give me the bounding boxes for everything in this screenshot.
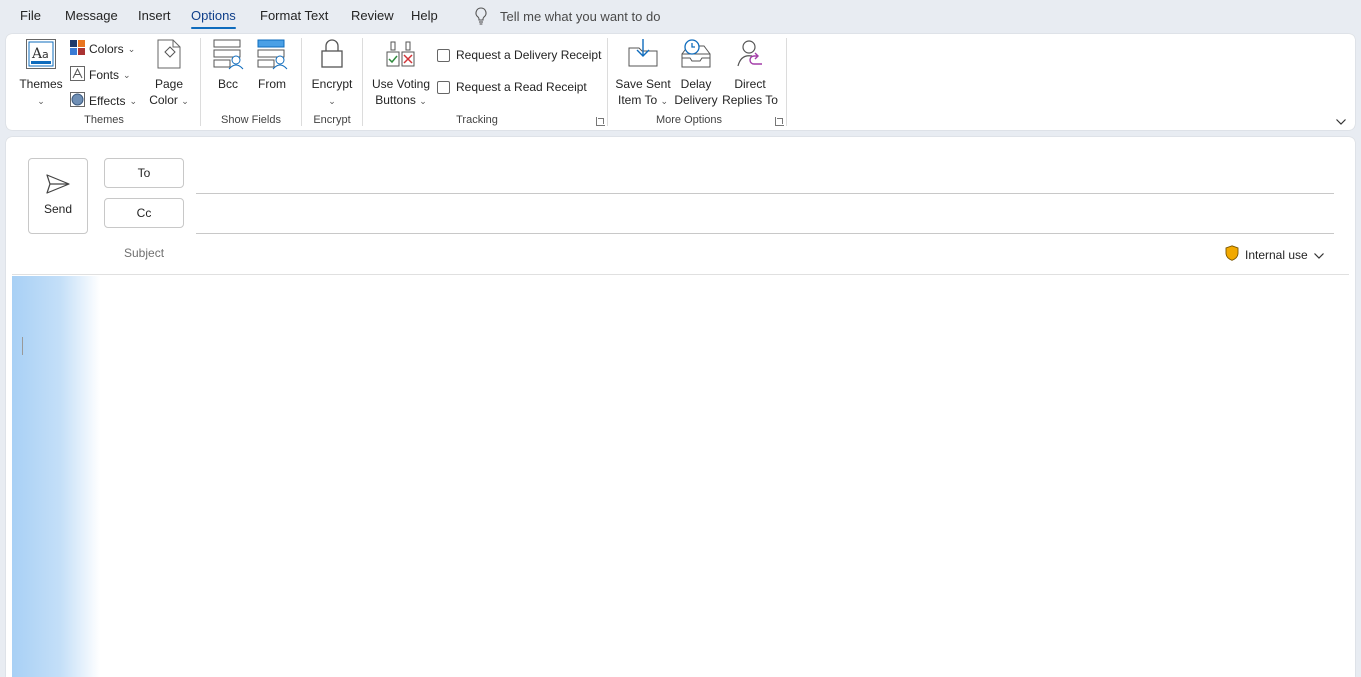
save-sent-label-2: Item To (617, 93, 658, 107)
themes-button[interactable]: Aa Themes ⌄ (16, 38, 66, 109)
group-separator (301, 38, 302, 126)
tab-help[interactable]: Help (411, 8, 438, 23)
checkbox-box[interactable] (437, 80, 450, 94)
tell-me-text: Tell me what you want to do (500, 8, 661, 24)
more-options-dialog-launcher-icon[interactable] (775, 117, 784, 126)
tell-me-search[interactable]: Tell me what you want to do (474, 6, 660, 26)
to-field[interactable] (196, 193, 1334, 194)
page-color-label-1: Page (154, 77, 184, 91)
sensitivity-label-button[interactable]: Internal use (1225, 245, 1324, 264)
chevron-down-icon: ⌄ (419, 96, 427, 106)
send-button[interactable]: Send (28, 158, 88, 234)
tracking-dialog-launcher-icon[interactable] (596, 117, 605, 126)
themes-label: Themes (19, 77, 63, 91)
subject-field[interactable]: Subject (124, 246, 164, 260)
effects-icon (70, 92, 85, 110)
cc-field[interactable] (196, 233, 1334, 234)
fonts-label: Fonts (89, 68, 120, 82)
delay-label-1: Delay (680, 77, 712, 91)
effects-label: Effects (89, 94, 126, 108)
delivery-receipt-checkbox[interactable]: Request a Delivery Receipt (437, 48, 601, 62)
send-icon (29, 174, 87, 194)
replies-label-2: Replies To (722, 93, 778, 107)
from-button[interactable]: From (254, 38, 290, 92)
text-caret (22, 337, 23, 355)
send-label: Send (43, 202, 73, 216)
delay-delivery-button[interactable]: Delay Delivery (673, 38, 719, 108)
bcc-icon (210, 38, 246, 74)
delay-label-2: Delivery (674, 93, 718, 107)
message-body-highlight (12, 276, 100, 677)
group-label-show-fields: Show Fields (221, 114, 281, 126)
svg-text:a: a (42, 48, 49, 61)
tab-message[interactable]: Message (65, 8, 118, 23)
lock-icon (308, 38, 356, 74)
sensitivity-label: Internal use (1245, 247, 1308, 262)
group-separator (786, 38, 787, 126)
chevron-down-icon: ⌄ (127, 43, 136, 54)
tab-format-text[interactable]: Format Text (260, 8, 328, 23)
read-receipt-label: Request a Read Receipt (456, 80, 587, 94)
voting-buttons-button[interactable]: Use Voting Buttons ⌄ (370, 38, 432, 109)
save-sent-label-1: Save Sent (615, 77, 671, 91)
fonts-button[interactable]: Fonts ⌄ (70, 66, 131, 84)
chevron-down-icon: ⌄ (328, 96, 336, 106)
page-color-button[interactable]: Page Color ⌄ (144, 38, 194, 109)
ribbon: Aa Themes ⌄ Colors ⌄ Fonts ⌄ Effects ⌄ P… (6, 34, 1355, 130)
group-label-tracking: Tracking (456, 114, 498, 126)
tab-review[interactable]: Review (351, 8, 394, 23)
chevron-down-icon: ⌄ (660, 96, 669, 106)
encrypt-label: Encrypt (311, 77, 353, 91)
tab-file[interactable]: File (20, 8, 41, 23)
bcc-button[interactable]: Bcc (210, 38, 246, 92)
group-separator (607, 38, 608, 126)
encrypt-button[interactable]: Encrypt ⌄ (308, 38, 356, 109)
replies-label-1: Direct (734, 77, 766, 91)
group-label-themes: Themes (84, 114, 124, 126)
to-button[interactable]: To (104, 158, 184, 188)
delay-delivery-icon (673, 38, 719, 74)
group-label-more-options: More Options (655, 114, 723, 126)
compose-pane: Send To Cc Subject Internal use (6, 137, 1355, 677)
lightbulb-icon (474, 7, 488, 25)
voting-icon (370, 38, 432, 74)
cc-button[interactable]: Cc (104, 198, 184, 228)
tab-insert[interactable]: Insert (138, 8, 171, 23)
group-separator (362, 38, 363, 126)
fonts-icon (70, 66, 85, 84)
chevron-down-icon: ⌄ (129, 95, 138, 106)
delivery-receipt-label: Request a Delivery Receipt (456, 48, 602, 62)
themes-icon: Aa (16, 38, 66, 74)
group-separator (200, 38, 201, 126)
collapse-ribbon-icon[interactable] (1336, 112, 1346, 130)
chevron-down-icon: ⌄ (37, 96, 45, 106)
from-label: From (258, 77, 286, 91)
page-color-label-2: Color (149, 93, 178, 107)
voting-label-2: Buttons (375, 93, 416, 107)
chevron-down-icon: ⌄ (123, 69, 131, 80)
body-divider (12, 274, 1349, 275)
voting-label-1: Use Voting (371, 77, 431, 91)
from-icon (254, 38, 290, 74)
bcc-label: Bcc (217, 77, 238, 91)
save-sent-item-button[interactable]: Save Sent Item To ⌄ (614, 38, 672, 109)
shield-icon (1225, 245, 1239, 264)
direct-replies-button[interactable]: Direct Replies To (720, 38, 780, 108)
chevron-down-icon (1313, 248, 1324, 262)
colors-icon (70, 40, 85, 58)
colors-label: Colors (89, 42, 124, 56)
read-receipt-checkbox[interactable]: Request a Read Receipt (437, 80, 587, 94)
group-label-encrypt: Encrypt (313, 114, 351, 126)
tab-options[interactable]: Options (191, 8, 236, 29)
folder-download-icon (614, 38, 672, 74)
effects-button[interactable]: Effects ⌄ (70, 92, 137, 110)
ribbon-tabs: File Message Insert Options Format Text … (0, 0, 1361, 32)
direct-replies-icon (720, 38, 780, 74)
colors-button[interactable]: Colors ⌄ (70, 40, 135, 58)
page-color-icon (144, 38, 194, 74)
checkbox-box[interactable] (437, 48, 450, 62)
chevron-down-icon: ⌄ (181, 96, 189, 106)
